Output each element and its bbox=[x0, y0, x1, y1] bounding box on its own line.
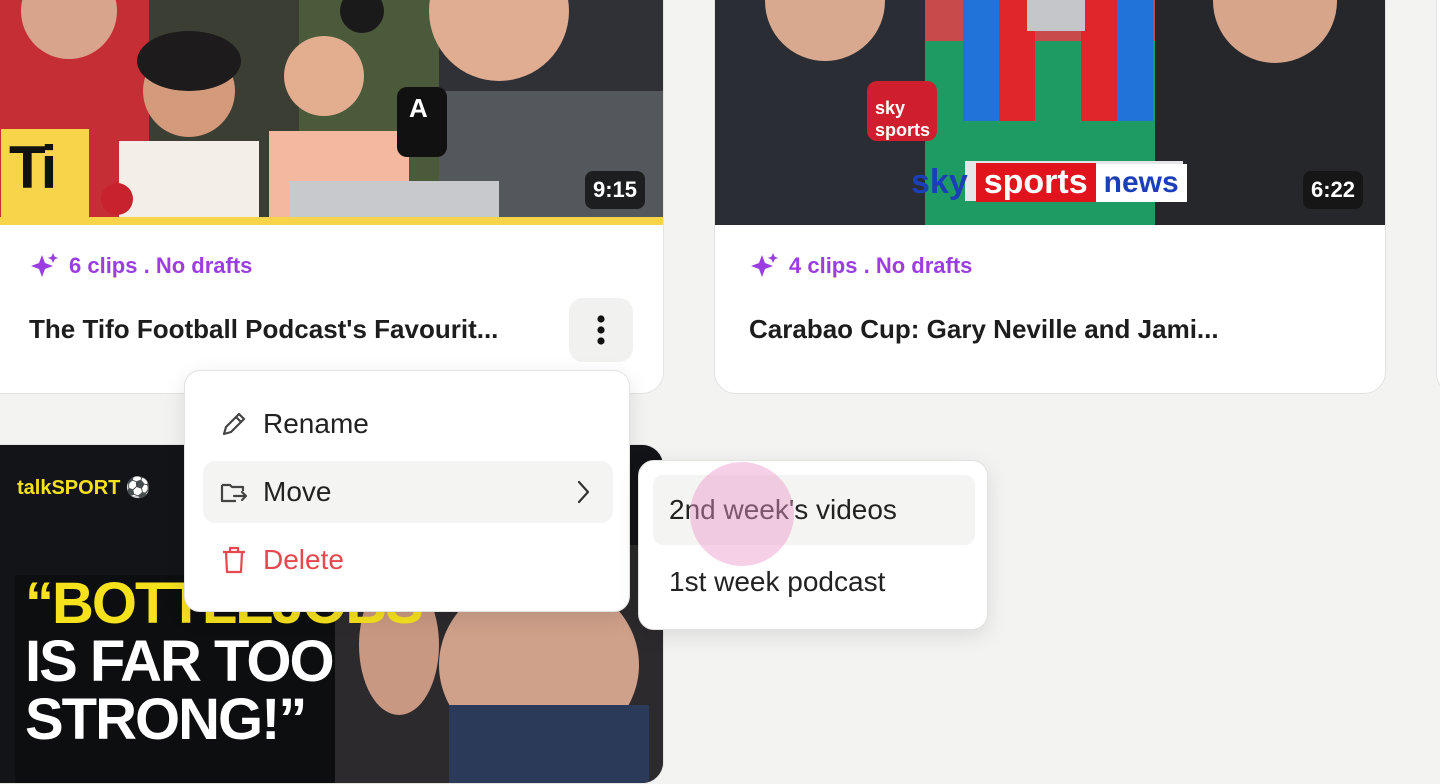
video-thumbnail[interactable]: sky sports sky sports news 6:22 bbox=[715, 0, 1385, 225]
clips-summary-text: 4 clips . No drafts bbox=[789, 253, 973, 278]
video-duration: 9:15 bbox=[585, 171, 646, 209]
pencil-icon bbox=[222, 412, 246, 436]
video-title[interactable]: Carabao Cup: Gary Neville and Jami... bbox=[749, 314, 1219, 345]
tifo-logo: Ti bbox=[9, 134, 57, 201]
menu-item-delete[interactable]: Delete bbox=[203, 529, 613, 591]
menu-item-label: Move bbox=[263, 476, 332, 507]
menu-item-move[interactable]: Move bbox=[203, 461, 613, 523]
video-thumbnail[interactable]: Ti A 9:15 bbox=[0, 0, 663, 225]
clips-summary: 4 clips . No drafts bbox=[749, 251, 972, 281]
move-submenu: 2nd week's videos 1st week podcast bbox=[638, 460, 988, 630]
mic-flag-label: sky sports bbox=[875, 98, 931, 140]
kebab-icon bbox=[597, 315, 605, 345]
menu-item-rename[interactable]: Rename bbox=[203, 393, 613, 455]
trash-icon bbox=[223, 546, 245, 574]
sparkle-icon bbox=[751, 253, 778, 277]
submenu-item-2nd-week-videos[interactable]: 2nd week's videos bbox=[653, 475, 975, 545]
clips-summary-text: 6 clips . No drafts bbox=[69, 253, 253, 278]
context-menu: Rename Move Delete bbox=[184, 370, 630, 612]
submenu-item-1st-week-podcast[interactable]: 1st week podcast bbox=[653, 547, 975, 617]
more-options-button[interactable] bbox=[569, 298, 633, 362]
talksport-logo: talkSPORT ⚽ bbox=[17, 477, 151, 499]
thumbnail-image bbox=[0, 0, 663, 225]
sky-sports-news-logo: sky sports news bbox=[911, 163, 1187, 202]
mic-label: A bbox=[409, 93, 428, 123]
menu-item-label: Rename bbox=[263, 408, 369, 439]
video-card-tifo[interactable]: Ti A 9:15 6 clips . No drafts The Tifo F… bbox=[0, 0, 664, 394]
clips-summary: 6 clips . No drafts bbox=[29, 251, 252, 281]
video-title[interactable]: The Tifo Football Podcast's Favourit... bbox=[29, 314, 498, 345]
chevron-right-icon bbox=[577, 480, 590, 504]
video-duration: 6:22 bbox=[1303, 171, 1364, 209]
video-card-partial[interactable] bbox=[1436, 0, 1440, 394]
football-icon: ⚽ bbox=[120, 477, 151, 499]
video-card-carabao[interactable]: sky sports sky sports news 6:22 4 clips … bbox=[714, 0, 1386, 394]
menu-item-label: Delete bbox=[263, 544, 344, 575]
sparkle-icon bbox=[31, 253, 58, 277]
folder-move-icon bbox=[220, 483, 248, 503]
